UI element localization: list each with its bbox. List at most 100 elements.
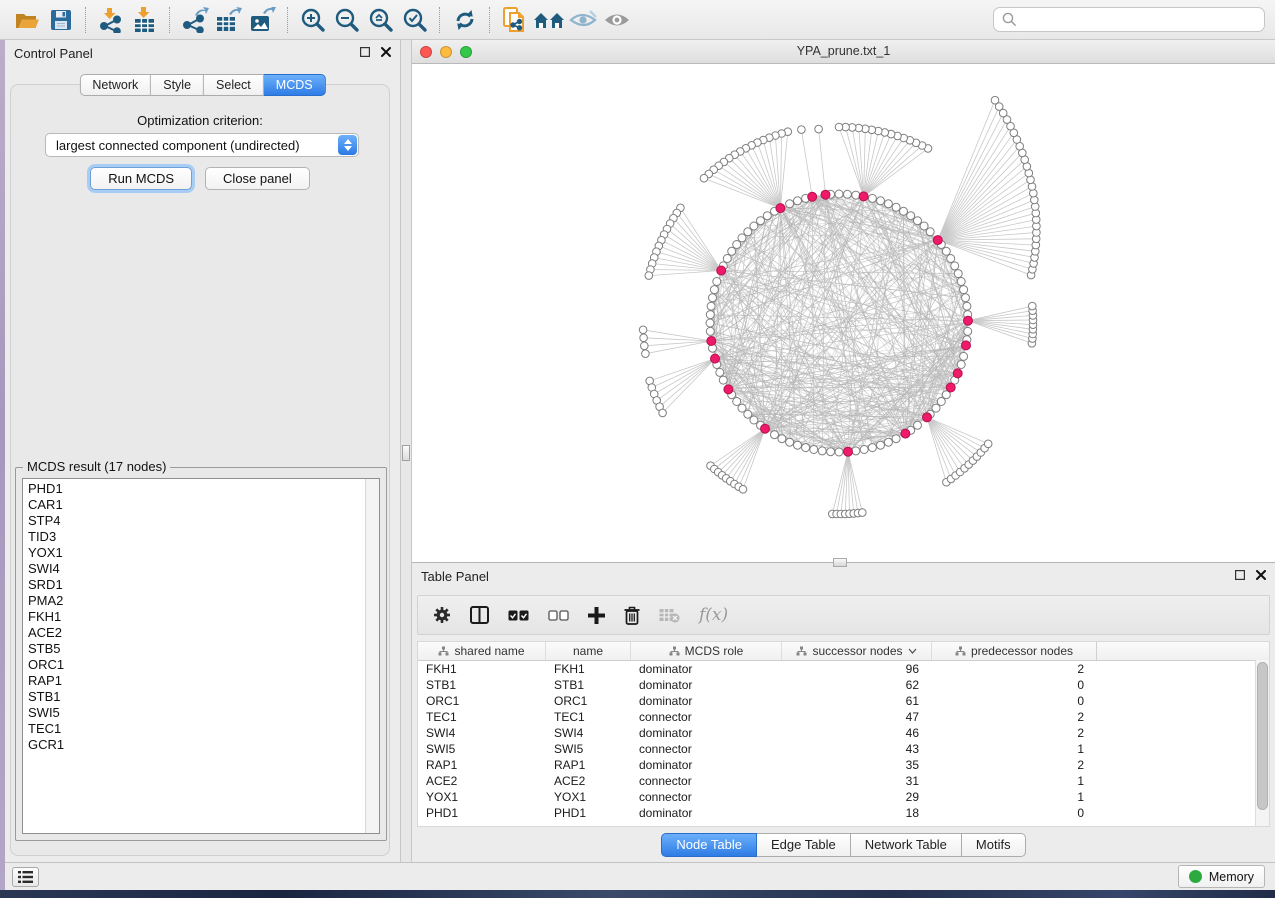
mcds-result-listbox[interactable]: PHD1CAR1STP4TID3YOX1SWI4SRD1PMA2FKH1ACE2… xyxy=(22,478,380,834)
table-row[interactable]: TEC1TEC1connector472 xyxy=(418,709,1269,725)
export-table-button[interactable] xyxy=(212,5,246,35)
memory-button[interactable]: Memory xyxy=(1178,865,1265,888)
network-search-field[interactable] xyxy=(993,7,1265,32)
table-scrollbar-track[interactable] xyxy=(1255,660,1269,826)
mcds-result-item[interactable]: SWI4 xyxy=(23,561,379,577)
mcds-result-item[interactable]: STB5 xyxy=(23,641,379,657)
tab-motifs[interactable]: Motifs xyxy=(962,833,1026,857)
tab-style[interactable]: Style xyxy=(151,74,204,96)
deselect-all-icon[interactable] xyxy=(548,610,569,621)
table-row[interactable]: YOX1YOX1connector291 xyxy=(418,789,1269,805)
splitter-handle[interactable] xyxy=(402,445,410,461)
table-cell: 35 xyxy=(782,758,932,772)
table-row[interactable]: SWI5SWI5connector431 xyxy=(418,741,1269,757)
mcds-result-item[interactable]: TEC1 xyxy=(23,721,379,737)
tab-node-table[interactable]: Node Table xyxy=(661,833,757,857)
zoom-out-button[interactable] xyxy=(330,5,364,35)
float-panel-icon[interactable] xyxy=(1235,570,1245,580)
mcds-result-item[interactable]: FKH1 xyxy=(23,609,379,625)
tab-edge-table[interactable]: Edge Table xyxy=(757,833,851,857)
column-header-name[interactable]: name xyxy=(546,642,631,660)
import-network-button[interactable] xyxy=(94,5,128,35)
tab-select[interactable]: Select xyxy=(204,74,264,96)
table-row[interactable]: RAP1RAP1dominator352 xyxy=(418,757,1269,773)
mcds-result-item[interactable]: STP4 xyxy=(23,513,379,529)
table-cell: RAP1 xyxy=(546,758,631,772)
mcds-result-item[interactable]: RAP1 xyxy=(23,673,379,689)
mcds-result-item[interactable]: CAR1 xyxy=(23,497,379,513)
tab-network[interactable]: Network xyxy=(79,74,151,96)
node-table-body: FKH1FKH1dominator962STB1STB1dominator620… xyxy=(418,661,1269,821)
table-cell: 2 xyxy=(932,710,1097,724)
table-cell: dominator xyxy=(631,806,782,820)
chevron-down-icon[interactable] xyxy=(908,648,917,654)
refresh-view-button[interactable] xyxy=(448,5,482,35)
network-window-titlebar[interactable]: YPA_prune.txt_1 xyxy=(412,40,1275,64)
function-builder-icon[interactable]: f(x) xyxy=(699,605,728,625)
export-image-icon xyxy=(249,7,277,33)
table-row[interactable]: SWI4SWI4dominator462 xyxy=(418,725,1269,741)
mcds-result-item[interactable]: STB1 xyxy=(23,689,379,705)
save-session-button[interactable] xyxy=(44,5,78,35)
table-mode-gear-icon[interactable] xyxy=(433,606,451,624)
table-row[interactable]: STB1STB1dominator620 xyxy=(418,677,1269,693)
table-row[interactable]: ACE2ACE2connector311 xyxy=(418,773,1269,789)
import-table-button[interactable] xyxy=(128,5,162,35)
toolbar-separator xyxy=(169,7,171,33)
horizontal-splitter-handle[interactable] xyxy=(833,558,847,567)
close-panel-icon[interactable] xyxy=(1256,570,1266,580)
column-header-mcds-role[interactable]: MCDS role xyxy=(631,642,782,660)
mcds-result-item[interactable]: GCR1 xyxy=(23,737,379,753)
mcds-result-item[interactable]: SRD1 xyxy=(23,577,379,593)
close-panel-button[interactable]: Close panel xyxy=(205,167,310,190)
column-header-successor-nodes[interactable]: successor nodes xyxy=(782,642,932,660)
column-header-predecessor-nodes[interactable]: predecessor nodes xyxy=(932,642,1097,660)
open-session-button[interactable] xyxy=(10,5,44,35)
show-all-button[interactable] xyxy=(600,5,634,35)
table-row[interactable]: PHD1PHD1dominator180 xyxy=(418,805,1269,821)
result-list-scrollbar[interactable] xyxy=(365,479,379,833)
column-label: predecessor nodes xyxy=(971,644,1073,658)
panel-splitter[interactable] xyxy=(400,40,412,862)
mcds-result-item[interactable]: PMA2 xyxy=(23,593,379,609)
table-scrollbar-thumb[interactable] xyxy=(1257,662,1268,810)
table-cell: SWI5 xyxy=(546,742,631,756)
duplicate-network-icon xyxy=(502,6,528,34)
first-neighbors-button[interactable] xyxy=(532,5,566,35)
duplicate-network-button[interactable] xyxy=(498,5,532,35)
network-view-canvas[interactable] xyxy=(412,64,1275,562)
float-panel-icon[interactable] xyxy=(360,47,370,57)
hide-selected-button[interactable] xyxy=(566,5,600,35)
tab-mcds[interactable]: MCDS xyxy=(264,74,326,96)
table-row[interactable]: FKH1FKH1dominator962 xyxy=(418,661,1269,677)
table-row[interactable]: ORC1ORC1dominator610 xyxy=(418,693,1269,709)
task-history-button[interactable] xyxy=(12,867,39,887)
export-network-button[interactable] xyxy=(178,5,212,35)
column-selector-icon[interactable] xyxy=(470,606,489,624)
mcds-result-item[interactable]: YOX1 xyxy=(23,545,379,561)
zoom-in-button[interactable] xyxy=(296,5,330,35)
add-column-icon[interactable] xyxy=(588,607,605,624)
criterion-dropdown[interactable]: largest connected component (undirected) xyxy=(45,133,359,157)
column-header-shared-name[interactable]: shared name xyxy=(418,642,546,660)
network-graph[interactable] xyxy=(412,64,1275,562)
mcds-result-item[interactable]: TID3 xyxy=(23,529,379,545)
mcds-result-item[interactable]: PHD1 xyxy=(23,481,379,497)
mcds-result-item[interactable]: ORC1 xyxy=(23,657,379,673)
toolbar-separator xyxy=(439,7,441,33)
mcds-result-item[interactable]: ACE2 xyxy=(23,625,379,641)
table-cell: 47 xyxy=(782,710,932,724)
delete-table-icon[interactable] xyxy=(659,608,680,623)
search-input[interactable] xyxy=(1023,11,1256,28)
mcds-result-item[interactable]: SWI5 xyxy=(23,705,379,721)
cytoscape-window: Control Panel Network Style Select MCDS … xyxy=(0,0,1275,898)
select-all-icon[interactable] xyxy=(508,610,529,621)
tab-network-table[interactable]: Network Table xyxy=(851,833,962,857)
run-mcds-button[interactable]: Run MCDS xyxy=(90,167,192,190)
zoom-selected-button[interactable] xyxy=(398,5,432,35)
zoom-fit-button[interactable] xyxy=(364,5,398,35)
delete-columns-trash-icon[interactable] xyxy=(624,606,640,625)
export-image-button[interactable] xyxy=(246,5,280,35)
open-folder-icon xyxy=(14,8,40,32)
close-panel-icon[interactable] xyxy=(381,47,391,57)
